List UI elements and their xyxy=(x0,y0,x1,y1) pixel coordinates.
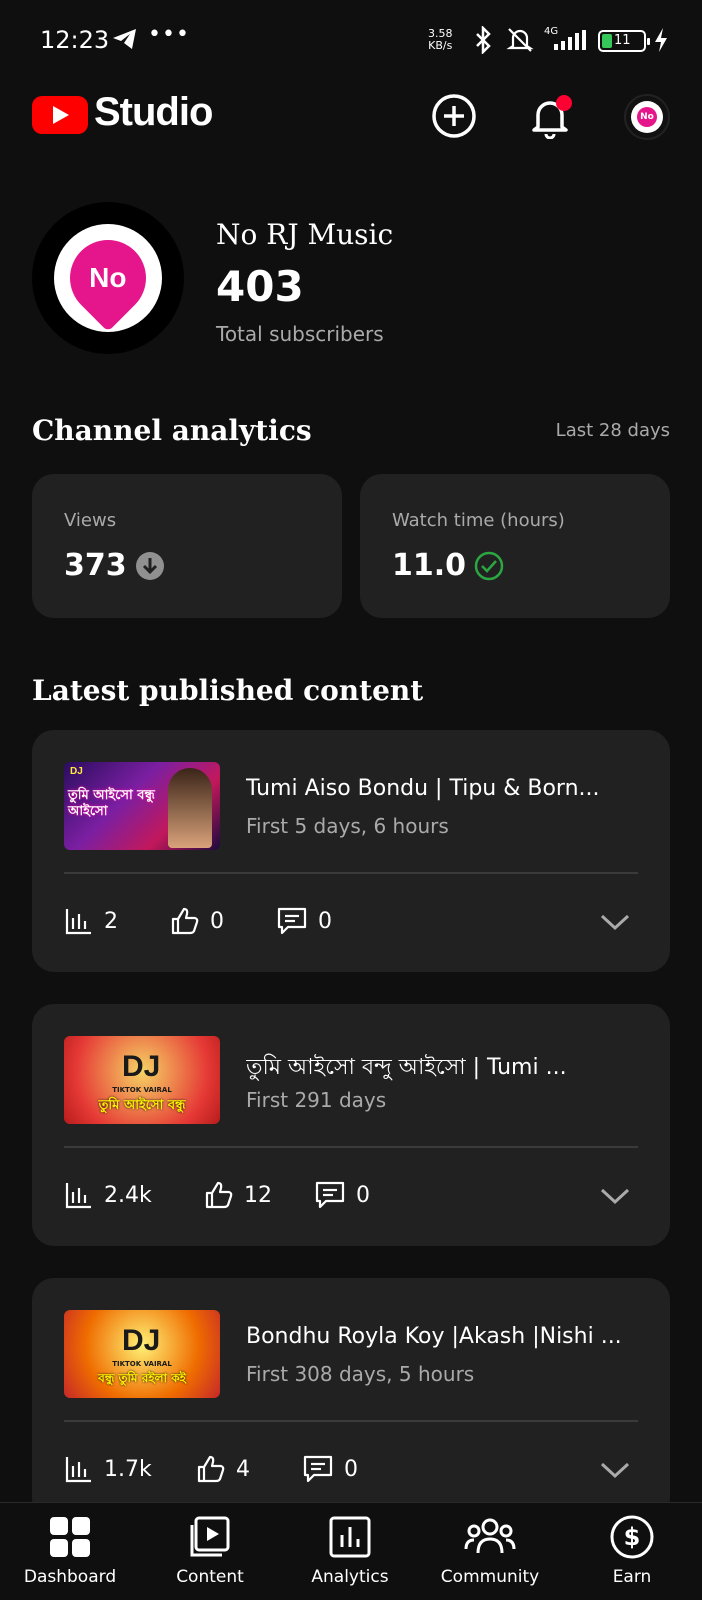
divider xyxy=(64,872,638,874)
battery-icon: 11 xyxy=(598,30,650,52)
notifications-button[interactable] xyxy=(524,90,576,142)
content-card[interactable]: DJ তুমি আইসো বন্ধু আইসো Tumi Aiso Bondu … xyxy=(32,730,670,972)
more-notifications-icon: ••• xyxy=(148,22,190,47)
youtube-logo-icon xyxy=(32,96,88,134)
thumbs-up-icon xyxy=(197,1455,225,1483)
video-title[interactable]: তুমি আইসো বন্দু আইসো | Tumi ... xyxy=(246,1050,646,1087)
watch-time-card[interactable]: Watch time (hours) 11.0 xyxy=(360,474,670,618)
expand-button[interactable] xyxy=(600,1186,630,1210)
app-header: Studio No xyxy=(0,82,702,154)
latest-content-title: Latest published content xyxy=(32,674,424,707)
telegram-icon xyxy=(112,28,138,54)
video-thumbnail[interactable]: DJ TIKTOK VAIRAL বন্ধু তুমি রইলা কই xyxy=(64,1310,220,1398)
channel-avatar[interactable]: No xyxy=(32,202,184,354)
likes-metric: 4 xyxy=(196,1454,250,1484)
nav-content[interactable]: Content xyxy=(140,1513,280,1587)
status-time: 12:23 xyxy=(40,26,110,54)
nav-label: Content xyxy=(176,1567,244,1587)
subscriber-label: Total subscribers xyxy=(216,322,384,346)
nav-label: Earn xyxy=(612,1567,652,1587)
video-thumbnail[interactable]: DJ তুমি আইসো বন্ধু আইসো xyxy=(64,762,220,850)
thumbs-up-icon xyxy=(171,907,199,935)
analytics-icon xyxy=(280,1513,420,1561)
likes-metric: 12 xyxy=(204,1180,272,1210)
add-icon xyxy=(432,94,476,138)
views-metric: 2.4k xyxy=(64,1180,152,1210)
content-card[interactable]: DJ TIKTOK VAIRAL তুমি আইসো বন্ধু তুমি আই… xyxy=(32,1004,670,1246)
community-icon xyxy=(420,1513,560,1561)
nav-label: Dashboard xyxy=(23,1567,117,1587)
bar-chart-icon xyxy=(65,1183,91,1209)
comment-icon xyxy=(315,1181,345,1209)
video-age: First 5 days, 6 hours xyxy=(246,814,449,838)
chevron-down-icon xyxy=(600,1462,630,1479)
status-bar: 12:23 ••• 3.58 KB/s 4G 11 xyxy=(0,0,702,80)
chevron-down-icon xyxy=(600,914,630,931)
nav-label: Community xyxy=(440,1567,540,1587)
content-card[interactable]: DJ TIKTOK VAIRAL বন্ধু তুমি রইলা কই Bond… xyxy=(32,1278,670,1520)
stat-label: Watch time (hours) xyxy=(392,510,565,531)
bluetooth-icon xyxy=(472,24,494,58)
video-title[interactable]: Tumi Aiso Bondu | Tipu & Born... xyxy=(246,776,646,801)
create-button[interactable] xyxy=(428,90,480,142)
video-title[interactable]: Bondhu Royla Koy |Akash |Nishi ... xyxy=(246,1324,646,1349)
earn-icon: $ xyxy=(562,1513,702,1561)
divider xyxy=(64,1420,638,1422)
views-metric: 2 xyxy=(64,906,118,936)
bar-chart-icon xyxy=(65,1457,91,1483)
channel-analytics-title: Channel analytics xyxy=(32,414,312,447)
account-avatar[interactable]: No xyxy=(624,94,670,140)
video-age: First 291 days xyxy=(246,1088,387,1112)
bell-icon xyxy=(532,95,572,139)
comments-metric: 0 xyxy=(276,906,332,936)
divider xyxy=(64,1146,638,1148)
nav-earn[interactable]: $ Earn xyxy=(562,1513,702,1587)
expand-button[interactable] xyxy=(600,912,630,936)
video-thumbnail[interactable]: DJ TIKTOK VAIRAL তুমি আইসো বন্ধু xyxy=(64,1036,220,1124)
channel-name: No RJ Music xyxy=(216,218,394,251)
views-metric: 1.7k xyxy=(64,1454,152,1484)
stat-value: 11.0 xyxy=(392,548,504,583)
bottom-navigation: Dashboard Content Analytics Community $ … xyxy=(0,1502,702,1600)
network-speed: 3.58 KB/s xyxy=(428,27,453,52)
arrow-down-circle-icon xyxy=(135,551,164,580)
chevron-down-icon xyxy=(600,1188,630,1205)
stat-label: Views xyxy=(64,510,117,531)
dashboard-icon xyxy=(0,1513,140,1561)
nav-community[interactable]: Community xyxy=(420,1513,560,1587)
content-icon xyxy=(140,1513,280,1561)
thumbs-up-icon xyxy=(205,1181,233,1209)
app-title: Studio xyxy=(94,90,213,134)
signal-icon xyxy=(552,30,588,56)
nav-label: Analytics xyxy=(311,1567,389,1587)
video-age: First 308 days, 5 hours xyxy=(246,1362,475,1386)
charging-icon xyxy=(654,28,668,56)
comment-icon xyxy=(303,1455,333,1483)
analytics-period: Last 28 days xyxy=(555,420,670,441)
views-card[interactable]: Views 373 xyxy=(32,474,342,618)
nav-analytics[interactable]: Analytics xyxy=(280,1513,420,1587)
comments-metric: 0 xyxy=(302,1454,358,1484)
likes-metric: 0 xyxy=(170,906,224,936)
stat-value: 373 xyxy=(64,548,165,583)
bell-muted-icon xyxy=(506,26,534,58)
expand-button[interactable] xyxy=(600,1460,630,1484)
comments-metric: 0 xyxy=(314,1180,370,1210)
nav-dashboard[interactable]: Dashboard xyxy=(0,1513,140,1587)
comment-icon xyxy=(277,907,307,935)
subscriber-count: 403 xyxy=(216,262,304,311)
check-circle-icon xyxy=(474,551,504,580)
bar-chart-icon xyxy=(65,909,91,935)
svg-text:$: $ xyxy=(624,1523,641,1551)
